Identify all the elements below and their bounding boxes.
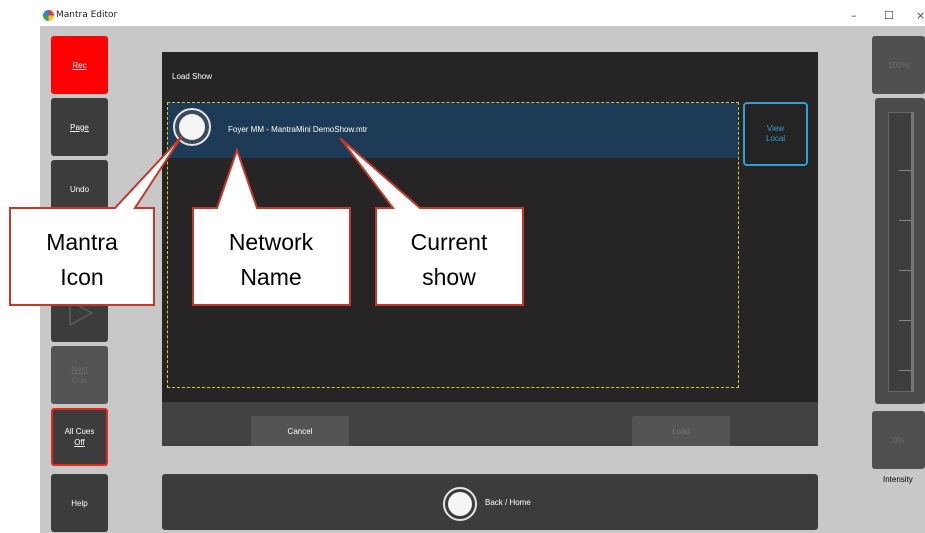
callout-overlay: Mantra Icon Network Name Current show bbox=[9, 135, 524, 306]
callout-mantra-icon: Mantra Icon bbox=[9, 135, 183, 306]
callout-current-show-line1: Current bbox=[411, 229, 488, 255]
callout-network-name: Network Name bbox=[192, 146, 351, 306]
callout-current-show-line2: show bbox=[422, 264, 476, 290]
callout-current-show: Current show bbox=[339, 137, 524, 306]
callout-network-name-line2: Name bbox=[240, 264, 301, 290]
callout-mantra-icon-line1: Mantra bbox=[46, 229, 118, 255]
callout-network-name-line1: Network bbox=[229, 229, 314, 255]
callout-mantra-icon-line2: Icon bbox=[60, 264, 103, 290]
